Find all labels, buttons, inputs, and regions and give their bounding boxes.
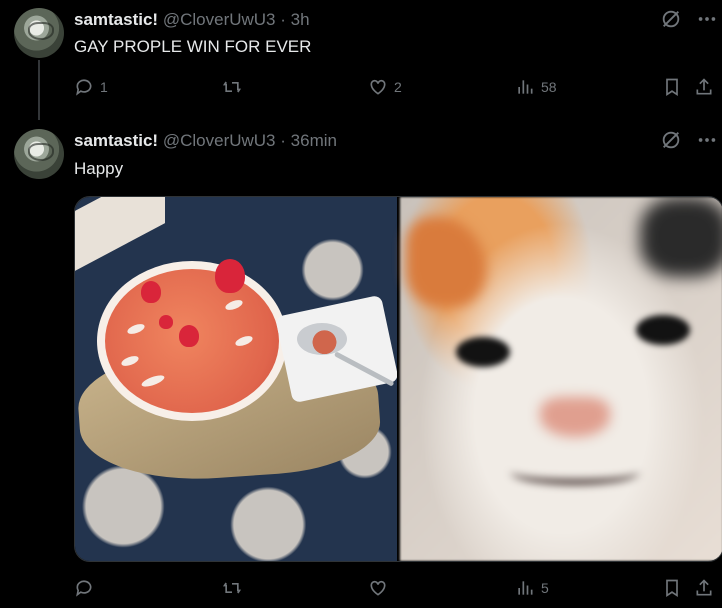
book-corner xyxy=(75,197,165,271)
grok-icon[interactable] xyxy=(660,129,682,156)
like-button[interactable]: 2 xyxy=(368,77,402,97)
tweet-header: samtastic! @CloverUwU3 · 36min xyxy=(74,131,337,151)
handle[interactable]: @CloverUwU3 xyxy=(163,10,276,29)
tweet-text: GAY PROPLE WIN FOR EVER xyxy=(74,37,312,56)
more-icon[interactable] xyxy=(696,129,718,156)
reply-count: 1 xyxy=(100,79,108,95)
timestamp[interactable]: 3h xyxy=(291,10,310,29)
display-name[interactable]: samtastic! xyxy=(74,131,158,150)
tweet-text: Happy xyxy=(74,159,124,178)
smoothie-bowl-photo[interactable] xyxy=(75,197,399,561)
view-count: 5 xyxy=(541,580,549,596)
like-icon xyxy=(370,580,386,596)
cat-eye xyxy=(636,315,690,345)
more-icon[interactable] xyxy=(696,8,718,35)
display-name[interactable]: samtastic! xyxy=(74,10,158,29)
cat-nose xyxy=(540,397,610,437)
spoon xyxy=(297,323,347,355)
cat-patch xyxy=(640,197,722,277)
view-count: 58 xyxy=(541,79,557,95)
grok-icon[interactable] xyxy=(660,8,682,35)
cat-eye xyxy=(456,337,510,367)
bookmark-button[interactable] xyxy=(662,578,682,598)
separator: · xyxy=(280,10,286,29)
media-grid[interactable] xyxy=(74,196,722,562)
like-button[interactable] xyxy=(368,578,394,598)
strawberry xyxy=(215,259,245,293)
action-bar: 1 2 58 xyxy=(74,77,722,101)
like-count: 2 xyxy=(394,79,402,95)
repost-button[interactable] xyxy=(221,77,249,97)
strawberry xyxy=(141,281,161,303)
tweet-header: samtastic! @CloverUwU3 · 3h xyxy=(74,10,310,30)
reply-icon xyxy=(76,580,92,597)
views-icon xyxy=(518,581,533,595)
reply-button[interactable]: 1 xyxy=(74,77,108,97)
bookmark-button[interactable] xyxy=(662,77,682,97)
share-button[interactable] xyxy=(694,77,714,97)
share-icon xyxy=(696,78,712,95)
repost-button[interactable] xyxy=(221,578,249,598)
share-icon xyxy=(696,579,712,596)
avatar[interactable] xyxy=(14,129,64,179)
tweet[interactable]: samtastic! @CloverUwU3 · 3h GAY PROPLE W… xyxy=(0,0,722,120)
reply-icon xyxy=(76,79,92,96)
tweet-top-icons xyxy=(660,129,718,156)
avatar[interactable] xyxy=(14,8,64,58)
views-button[interactable]: 5 xyxy=(515,578,549,598)
strawberry xyxy=(179,325,199,347)
separator: · xyxy=(280,131,286,150)
views-button[interactable]: 58 xyxy=(515,77,557,97)
reply-button[interactable] xyxy=(74,578,100,598)
timestamp[interactable]: 36min xyxy=(291,131,337,150)
bookmark-icon xyxy=(666,78,678,97)
handle[interactable]: @CloverUwU3 xyxy=(163,131,276,150)
bookmark-icon xyxy=(666,579,678,598)
tweet-top-icons xyxy=(660,8,718,35)
cat-photo[interactable] xyxy=(400,197,722,561)
action-bar: 5 xyxy=(74,578,722,602)
cat-patch xyxy=(406,217,486,307)
thread-connector xyxy=(38,60,40,120)
repost-icon xyxy=(222,81,242,93)
like-icon xyxy=(370,79,386,95)
share-button[interactable] xyxy=(694,578,714,598)
views-icon xyxy=(518,80,533,94)
strawberry xyxy=(159,315,173,329)
cat-mouth xyxy=(510,459,640,485)
repost-icon xyxy=(222,582,242,594)
